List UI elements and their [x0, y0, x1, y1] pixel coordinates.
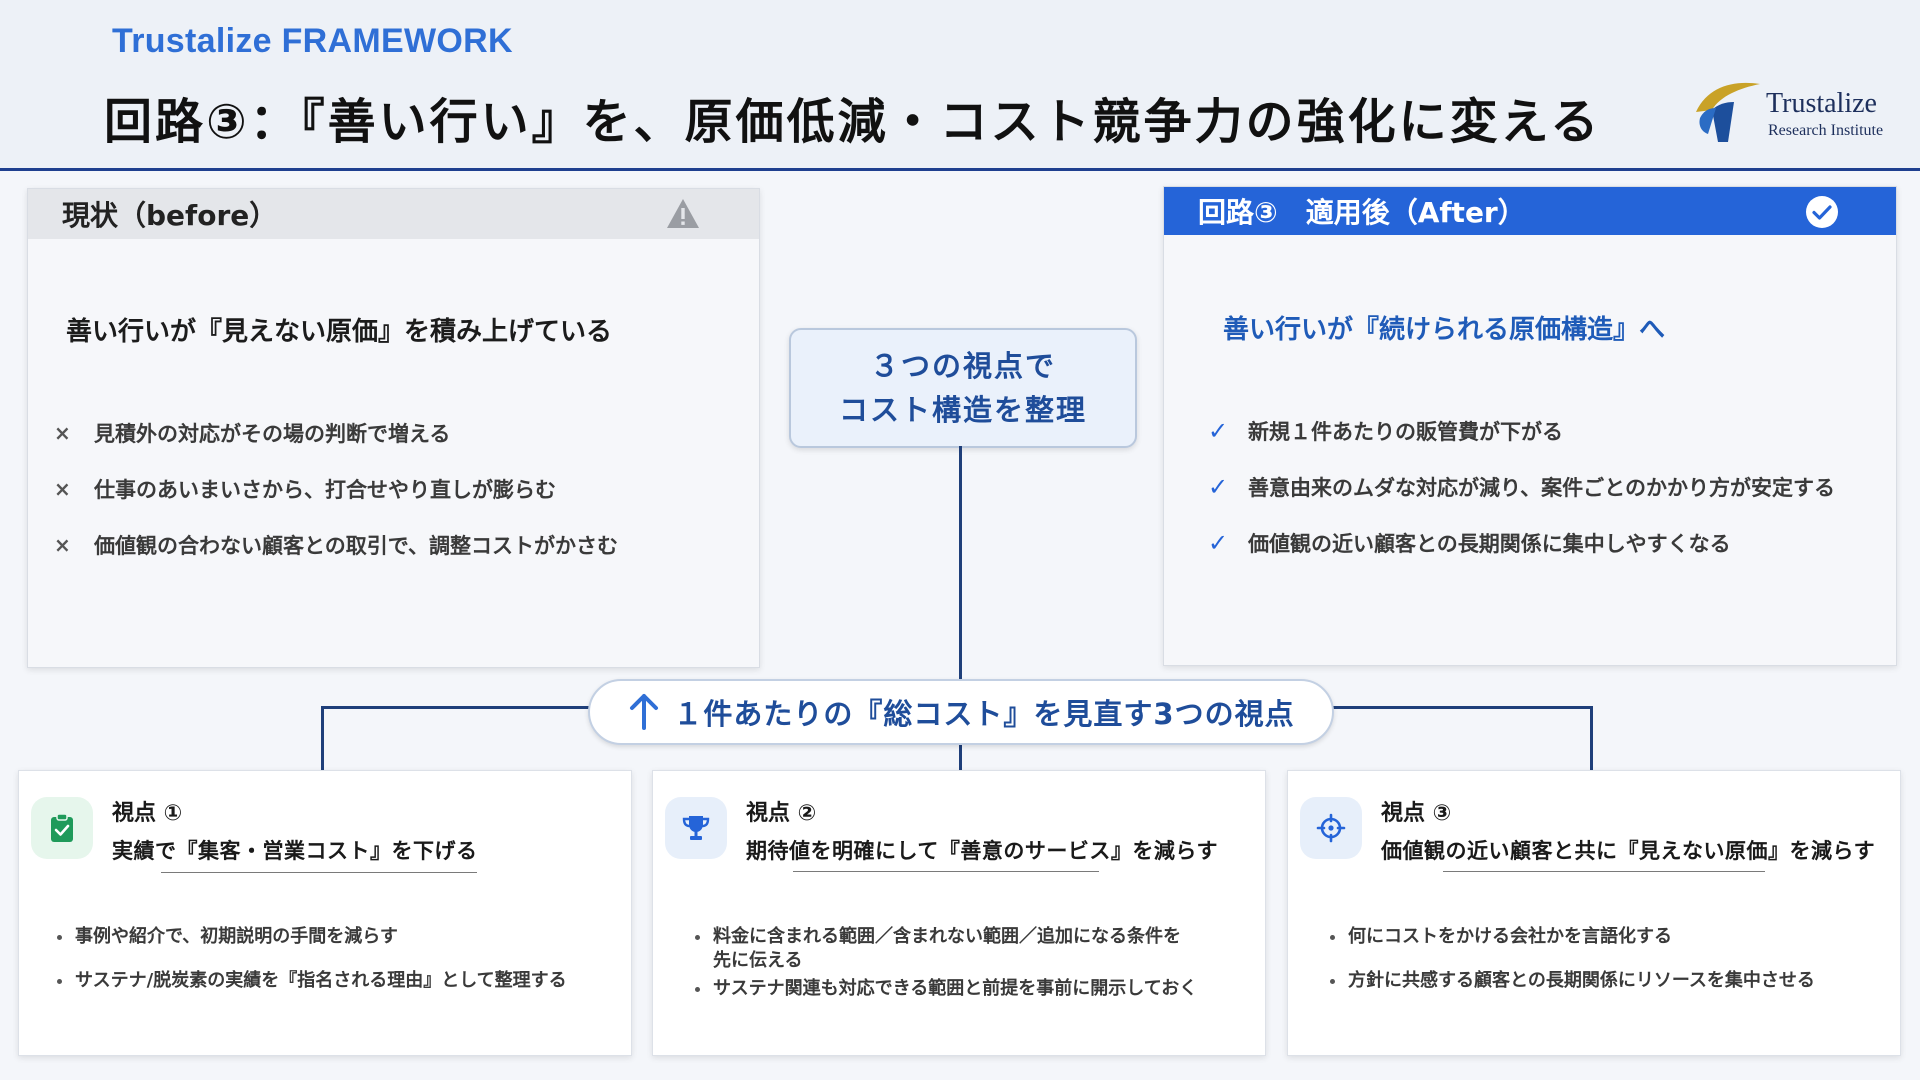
- card-icon-wrap: [31, 797, 93, 859]
- check-icon: ✓: [1208, 473, 1229, 501]
- logo-subtitle: Research Institute: [1768, 122, 1884, 139]
- list-item-text: 仕事のあいまいさから、打合せやり直しが膨らむ: [94, 478, 556, 502]
- list-item: ✓ 新規１件あたりの販管費が下がる: [1208, 403, 1835, 459]
- check-icon: ✓: [1208, 417, 1229, 445]
- warning-icon: [667, 199, 699, 228]
- card-divider: [793, 871, 1099, 872]
- logo-name: Trustalize: [1766, 88, 1877, 119]
- list-item: × 見積外の対応がその場の判断で増える: [54, 405, 618, 461]
- card-label: 視点 ②: [746, 801, 817, 826]
- cross-icon: ×: [54, 533, 71, 557]
- bullet-item: 料金に含まれる範囲／含まれない範囲／追加になる条件を 先に伝える: [693, 925, 1197, 973]
- before-panel: 現状（before） 善い行いが『見えない原価』を積み上げている × 見積外の対応…: [27, 188, 760, 668]
- connector-horizontal-left: [321, 706, 591, 709]
- logo-mark-icon: [1696, 82, 1760, 142]
- cross-icon: ×: [54, 477, 71, 501]
- list-item-text: 価値観の合わない顧客との取引で、調整コストがかさむ: [94, 534, 618, 558]
- hub-box: ３つの視点で コスト構造を整理: [789, 328, 1137, 448]
- after-list: ✓ 新規１件あたりの販管費が下がる ✓ 善意由来のムダな対応が減り、案件ごとのかかり…: [1208, 403, 1835, 571]
- list-item: ✓ 善意由来のムダな対応が減り、案件ごとのかかり方が安定する: [1208, 459, 1835, 515]
- bullet-item: サステナ関連も対応できる範囲と前提を事前に開示しておく: [693, 977, 1197, 1001]
- arrow-up-icon: [630, 694, 659, 730]
- check-circle-icon: [1806, 196, 1838, 228]
- before-panel-header: 現状（before）: [28, 189, 759, 239]
- after-heading: 回路③ 適用後（After）: [1198, 196, 1526, 229]
- card-title: 期待値を明確にして『善意のサービス』を減らす: [746, 839, 1218, 863]
- hub-line-2: コスト構造を整理: [838, 393, 1087, 427]
- connector-vertical-main: [959, 446, 962, 681]
- bullet-item: サステナ/脱炭素の実績を『指名される理由』として整理する: [55, 969, 567, 993]
- card-label: 視点 ①: [112, 801, 183, 826]
- bullet-item: 事例や紹介で、初期説明の手間を減らす: [55, 925, 567, 949]
- brand-tag: Trustalize FRAMEWORK: [112, 22, 513, 60]
- hub-line-1: ３つの視点で: [869, 349, 1056, 383]
- bullet-item: 方針に共感する顧客との長期関係にリソースを集中させる: [1328, 969, 1815, 993]
- trophy-icon: [682, 816, 710, 840]
- card-icon-wrap: [665, 797, 727, 859]
- list-item-text: 善意由来のムダな対応が減り、案件ごとのかかり方が安定する: [1248, 476, 1835, 500]
- check-icon: ✓: [1208, 529, 1229, 557]
- before-list: × 見積外の対応がその場の判断で増える × 仕事のあいまいさから、打合せやり直しが膨…: [54, 405, 618, 573]
- connector-drop-left: [321, 706, 324, 770]
- connector-horizontal-right: [1328, 706, 1593, 709]
- before-heading: 現状（before）: [62, 199, 278, 232]
- logo: Trustalize Research Institute: [1690, 74, 1910, 146]
- card-label: 視点 ③: [1381, 801, 1452, 826]
- card-divider: [161, 872, 477, 873]
- card-bullets: 事例や紹介で、初期説明の手間を減らす サステナ/脱炭素の実績を『指名される理由』…: [55, 925, 567, 1013]
- viewpoint-card-1: 視点 ① 実績で『集客・営業コスト』を下げる 事例や紹介で、初期説明の手間を減ら…: [18, 770, 632, 1056]
- viewpoint-card-2: 視点 ② 期待値を明確にして『善意のサービス』を減らす 料金に含まれる範囲／含ま…: [652, 770, 1266, 1056]
- connector-drop-right: [1590, 706, 1593, 770]
- card-title: 価値観の近い顧客と共に『見えない原価』を減らす: [1381, 839, 1876, 863]
- list-item: × 価値観の合わない顧客との取引で、調整コストがかさむ: [54, 517, 618, 573]
- clipboard-check-icon: [51, 813, 73, 842]
- viewpoint-card-3: 視点 ③ 価値観の近い顧客と共に『見えない原価』を減らす 何にコストをかける会社…: [1287, 770, 1901, 1056]
- card-icon-wrap: [1300, 797, 1362, 859]
- list-item-text: 価値観の近い顧客との長期関係に集中しやすくなる: [1248, 532, 1731, 556]
- after-panel: 回路③ 適用後（After） 善い行いが『続けられる原価構造』へ ✓ 新規１件あた…: [1163, 186, 1897, 666]
- list-item: ✓ 価値観の近い顧客との長期関係に集中しやすくなる: [1208, 515, 1835, 571]
- card-bullets: 料金に含まれる範囲／含まれない範囲／追加になる条件を 先に伝える サステナ関連も…: [693, 925, 1197, 1005]
- cross-icon: ×: [54, 421, 71, 445]
- crosshair-icon: [1316, 813, 1346, 843]
- header: Trustalize FRAMEWORK 回路③：『善い行い』を、原価低減・コス…: [0, 0, 1920, 171]
- list-item: × 仕事のあいまいさから、打合せやり直しが膨らむ: [54, 461, 618, 517]
- connector-drop-center: [959, 741, 962, 770]
- after-panel-header: 回路③ 適用後（After）: [1164, 187, 1896, 235]
- bullet-item: 何にコストをかける会社かを言語化する: [1328, 925, 1815, 949]
- banner-pill: １件あたりの『総コスト』を見直す3つの視点: [588, 679, 1334, 745]
- card-title: 実績で『集客・営業コスト』を下げる: [112, 839, 478, 863]
- list-item-text: 見積外の対応がその場の判断で増える: [94, 422, 451, 446]
- page-title: 回路③：『善い行い』を、原価低減・コスト競争力の強化に変える: [104, 94, 1602, 150]
- list-item-text: 新規１件あたりの販管費が下がる: [1248, 420, 1563, 444]
- before-subtitle: 善い行いが『見えない原価』を積み上げている: [66, 317, 613, 347]
- banner-text: １件あたりの『総コスト』を見直す3つの視点: [673, 697, 1295, 731]
- card-divider: [1443, 871, 1765, 872]
- card-bullets: 何にコストをかける会社かを言語化する 方針に共感する顧客との長期関係にリソースを…: [1328, 925, 1815, 1013]
- after-subtitle: 善い行いが『続けられる原価構造』へ: [1223, 315, 1666, 345]
